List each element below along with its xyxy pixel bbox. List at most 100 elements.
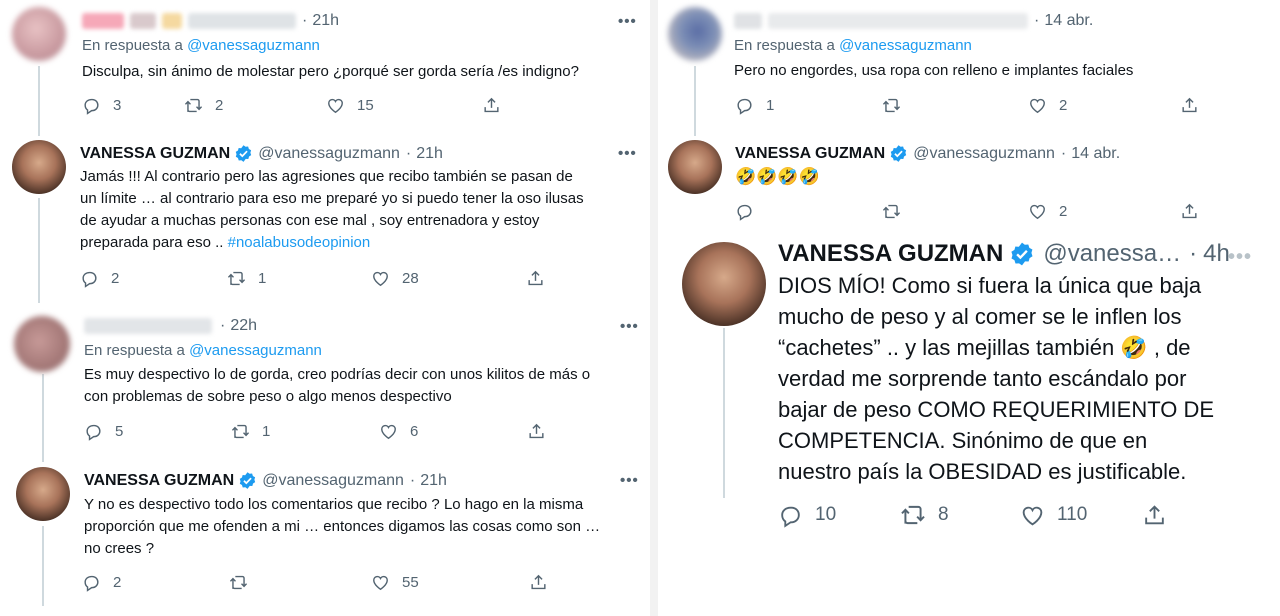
handle[interactable]: @vanessaguzmann: [262, 472, 404, 490]
verified-badge-icon: [239, 472, 256, 489]
reply-button[interactable]: 3: [82, 96, 184, 115]
reply-button[interactable]: 2: [82, 573, 229, 592]
redacted-name: [734, 13, 762, 29]
hashtag-link[interactable]: #noalabusodeopinion: [228, 234, 371, 251]
more-options-icon[interactable]: •••: [620, 318, 639, 335]
like-button[interactable]: 6: [379, 422, 527, 441]
handle[interactable]: @vanessa…: [1043, 240, 1181, 268]
redacted-name-handle: [84, 318, 212, 334]
tweet-actions: 2 55: [82, 573, 548, 592]
tweet-header: VANESSA GUZMAN @vanessaguzmann · 21h: [80, 144, 443, 163]
reply-button[interactable]: 10: [778, 503, 900, 528]
more-options-icon[interactable]: •••: [1228, 246, 1252, 269]
retweet-button[interactable]: 1: [227, 269, 371, 288]
reply-icon: [86, 424, 101, 441]
verified-badge-icon: [235, 145, 252, 162]
retweet-button[interactable]: [229, 573, 371, 592]
tweet-time[interactable]: 14 abr.: [1044, 12, 1093, 30]
more-options-icon[interactable]: •••: [618, 13, 637, 30]
dot-separator: ·: [1034, 12, 1040, 29]
reply-count: 1: [766, 97, 775, 114]
display-name[interactable]: VANESSA GUZMAN: [84, 472, 234, 490]
dot-separator: ·: [405, 144, 412, 162]
like-button[interactable]: 55: [371, 573, 529, 592]
heart-icon: [328, 98, 343, 114]
tweet-text: DIOS MÍO! Como si fuera la única que baj…: [778, 273, 1215, 484]
avatar[interactable]: [668, 140, 722, 194]
reply-label: En respuesta a: [734, 37, 835, 54]
reply-button[interactable]: 1: [735, 96, 882, 115]
share-button[interactable]: [1142, 503, 1167, 528]
retweet-button[interactable]: [882, 202, 1028, 221]
retweet-button[interactable]: 1: [231, 422, 379, 441]
like-button[interactable]: 28: [371, 269, 526, 288]
tweet-time[interactable]: 21h: [420, 472, 447, 490]
retweet-button[interactable]: 2: [184, 96, 326, 115]
heart-icon: [373, 271, 388, 287]
display-name[interactable]: VANESSA GUZMAN: [778, 240, 1003, 268]
dot-separator: ·: [302, 12, 308, 29]
tweet-header: VANESSA GUZMAN @vanessaguzmann · 14 abr.: [735, 144, 1120, 163]
reply-handle-link[interactable]: @vanessaguzmann: [189, 342, 322, 359]
retweet-button[interactable]: 8: [900, 502, 1020, 528]
share-icon: [484, 97, 499, 113]
thread-line: [42, 374, 44, 462]
heart-icon: [373, 575, 388, 591]
tweet-header: VANESSA GUZMAN @vanessaguzmann · 21h: [84, 471, 447, 490]
like-button[interactable]: 2: [1028, 96, 1180, 115]
display-name[interactable]: VANESSA GUZMAN: [80, 145, 230, 163]
reply-icon: [737, 204, 752, 221]
verified-badge-icon: [890, 145, 907, 162]
tweet-time[interactable]: 14 abr.: [1071, 145, 1120, 163]
dot-separator: ·: [1189, 240, 1198, 267]
reply-button[interactable]: 5: [84, 422, 231, 441]
avatar[interactable]: [14, 316, 70, 372]
reply-button[interactable]: 2: [80, 269, 227, 288]
reply-handle-link[interactable]: @vanessaguzmann: [187, 37, 320, 54]
share-button[interactable]: [526, 269, 545, 288]
left-screenshot-panel: · 21h ••• En respuesta a @vanessaguzmann…: [0, 0, 646, 616]
tweet-actions: 2: [735, 202, 1199, 221]
reply-icon: [781, 506, 800, 528]
dot-separator: ·: [220, 317, 226, 334]
like-count: 2: [1059, 203, 1068, 220]
display-name[interactable]: VANESSA GUZMAN: [735, 145, 885, 163]
retweet-button[interactable]: [882, 96, 1028, 115]
share-icon: [528, 270, 543, 286]
retweet-icon: [901, 505, 925, 525]
retweet-count: 1: [262, 423, 271, 440]
like-button[interactable]: 15: [326, 96, 482, 115]
like-button[interactable]: 110: [1020, 503, 1142, 528]
share-button[interactable]: [529, 573, 548, 592]
handle[interactable]: @vanessaguzmann: [913, 145, 1055, 163]
tweet-time[interactable]: 21h: [312, 12, 339, 30]
reply-count: 2: [111, 270, 120, 287]
share-button[interactable]: [1180, 96, 1199, 115]
reply-button[interactable]: [735, 202, 882, 221]
thread-line: [42, 526, 44, 606]
retweet-icon: [231, 424, 250, 439]
redacted-handle: [188, 13, 296, 29]
handle[interactable]: @vanessaguzmann: [258, 145, 400, 163]
avatar[interactable]: [668, 7, 722, 61]
like-button[interactable]: 2: [1028, 202, 1180, 221]
more-options-icon[interactable]: •••: [618, 145, 637, 162]
share-button[interactable]: [482, 96, 501, 115]
share-button[interactable]: [527, 422, 546, 441]
tweet-time[interactable]: 22h: [230, 317, 257, 335]
tweet-time[interactable]: 21h: [416, 145, 443, 163]
like-count: 28: [402, 270, 419, 287]
reply-handle-link[interactable]: @vanessaguzmann: [839, 37, 972, 54]
share-button[interactable]: [1180, 202, 1199, 221]
avatar[interactable]: [12, 7, 66, 61]
share-icon: [531, 574, 546, 590]
more-options-icon[interactable]: •••: [620, 472, 639, 489]
avatar[interactable]: [12, 140, 66, 194]
avatar[interactable]: [16, 467, 70, 521]
dot-separator: ·: [1060, 144, 1067, 162]
heart-icon: [1030, 98, 1045, 114]
reply-icon: [82, 271, 97, 288]
avatar[interactable]: [682, 242, 766, 326]
tweet-time[interactable]: 4h: [1203, 240, 1230, 268]
retweet-icon: [882, 204, 901, 219]
